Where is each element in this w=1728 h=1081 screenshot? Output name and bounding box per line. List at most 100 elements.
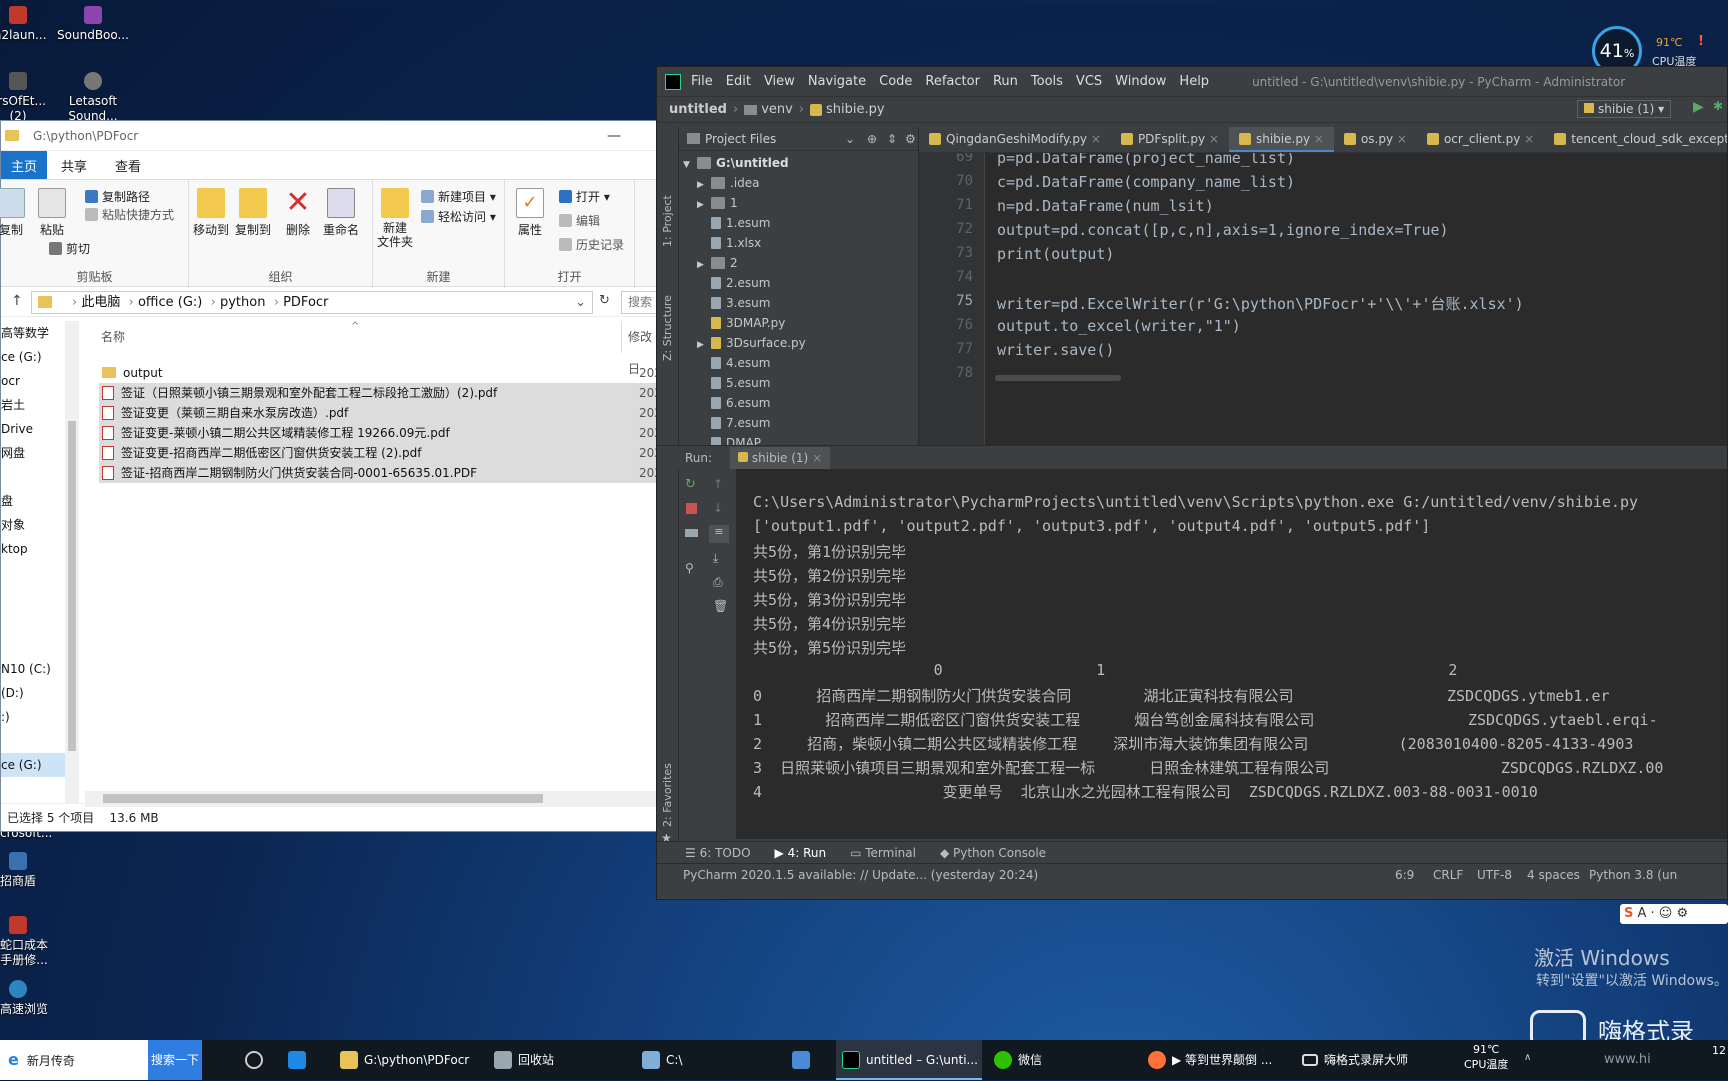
- new-folder-button[interactable]: 新建 文件夹: [375, 188, 415, 249]
- tool-tab-todo[interactable]: ☰ 6: TODO: [685, 842, 751, 863]
- print-icon[interactable]: ⎙: [713, 575, 723, 590]
- taskbar-app-bird[interactable]: [792, 1040, 824, 1080]
- search-box[interactable]: e 新月传奇: [0, 1040, 148, 1080]
- tree-node[interactable]: ▶ 3Dsurface.py: [697, 333, 806, 353]
- taskbar-recycle-bin[interactable]: 回收站: [490, 1040, 590, 1080]
- search-button[interactable]: 搜索一下: [148, 1040, 202, 1080]
- tree-node[interactable]: 3DMAP.py: [711, 313, 785, 333]
- close-icon[interactable]: ×: [1397, 132, 1407, 146]
- status-indent[interactable]: 4 spaces: [1527, 864, 1580, 886]
- breadcrumb-pdfocr[interactable]: PDFocr: [283, 295, 328, 310]
- status-encoding[interactable]: UTF-8: [1477, 864, 1512, 886]
- tool-tab-terminal[interactable]: ▭ Terminal: [850, 842, 916, 863]
- taskbar-explorer[interactable]: G:\python\PDFocr: [336, 1040, 486, 1080]
- menu-file[interactable]: File: [691, 74, 713, 89]
- file-row[interactable]: 签证变更（莱顿三期自来水泵房改造）.pdf2021/3: [99, 403, 659, 423]
- down-arrow-icon[interactable]: ↓: [713, 501, 723, 515]
- file-row[interactable]: 签证（日照莱顿小镇三期景观和室外配套工程二标段抢工激励）(2).pdf2021/…: [99, 383, 659, 403]
- close-icon[interactable]: ×: [1524, 132, 1534, 146]
- locate-icon[interactable]: ⊕: [867, 127, 877, 151]
- soft-wrap-icon[interactable]: ≡: [709, 525, 729, 543]
- tab-view[interactable]: 查看: [101, 151, 155, 179]
- menu-run[interactable]: Run: [993, 74, 1018, 89]
- editor-tab[interactable]: PDFsplit.py ×: [1111, 127, 1229, 152]
- breadcrumb-python[interactable]: python: [220, 295, 265, 310]
- editor-tab[interactable]: os.py ×: [1334, 127, 1417, 152]
- tree-node[interactable]: 6.esum: [711, 393, 770, 413]
- editor-tab[interactable]: ocr_client.py ×: [1417, 127, 1544, 152]
- copy-to-button[interactable]: 复制到: [233, 188, 273, 238]
- file-row[interactable]: output: [99, 363, 659, 383]
- desktop-icon-letasoft[interactable]: Letasoft Sound...: [53, 72, 133, 124]
- tree-node[interactable]: DMAP: [711, 433, 761, 445]
- nav-scrollbar[interactable]: [65, 321, 79, 803]
- taskbar-c-drive[interactable]: C:\: [638, 1040, 728, 1080]
- editor-hscroll[interactable]: [995, 375, 1121, 381]
- run-config-dropdown[interactable]: shibie (1) ▾: [1577, 100, 1672, 118]
- close-icon[interactable]: ×: [1209, 132, 1219, 146]
- breadcrumb-drive[interactable]: office (G:): [138, 295, 202, 310]
- open-button[interactable]: 打开 ▾: [559, 188, 610, 205]
- taskbar-wechat[interactable]: 微信: [990, 1040, 1130, 1080]
- properties-button[interactable]: ✓ 属性: [515, 188, 545, 238]
- tree-node[interactable]: 3.esum: [711, 293, 770, 313]
- tree-node[interactable]: 7.esum: [711, 413, 770, 433]
- pin-icon[interactable]: ⚲: [685, 561, 694, 575]
- desktop-icon-warsofeternity[interactable]: arsOfEt... (2): [0, 72, 58, 124]
- tree-node[interactable]: 2.esum: [711, 273, 770, 293]
- up-arrow-icon[interactable]: ↑: [11, 293, 23, 309]
- menu-navigate[interactable]: Navigate: [808, 74, 866, 89]
- menu-refactor[interactable]: Refactor: [925, 74, 980, 89]
- close-icon[interactable]: ×: [812, 451, 822, 465]
- menu-vcs[interactable]: VCS: [1076, 74, 1102, 89]
- tray-up-icon[interactable]: ∧: [1524, 1052, 1531, 1063]
- file-row[interactable]: 签证变更-莱顿小镇二期公共区域精装修工程 19266.09元.pdf2021/3: [99, 423, 659, 443]
- layout-icon[interactable]: [685, 529, 698, 537]
- tool-tab-favorites[interactable]: 2: Favorites: [661, 763, 674, 827]
- tab-share[interactable]: 共享: [47, 151, 101, 179]
- file-row[interactable]: 签证变更-招商西岸二期低密区门窗供货安装工程 (2).pdf2021/3: [99, 443, 659, 463]
- close-icon[interactable]: ×: [1091, 132, 1101, 146]
- code-editor[interactable]: 69 70 71 72 73 74 75 76 77 78 p=pd.DataF…: [919, 153, 1727, 445]
- menu-edit[interactable]: Edit: [726, 74, 751, 89]
- up-arrow-icon[interactable]: ↑: [713, 477, 723, 491]
- tree-node[interactable]: ▶ 2: [697, 253, 738, 273]
- tool-tab-python-console[interactable]: ◆ Python Console: [940, 842, 1046, 863]
- clock[interactable]: 12: [1712, 1044, 1726, 1057]
- chevron-down-icon[interactable]: ⌄: [575, 292, 586, 313]
- nav-file[interactable]: shibie.py: [826, 102, 885, 117]
- paste-shortcut-button[interactable]: 粘贴快捷方式: [85, 206, 174, 223]
- new-item-button[interactable]: 新建项目 ▾: [421, 188, 496, 205]
- run-icon[interactable]: ▶: [1693, 99, 1704, 115]
- status-interpreter[interactable]: Python 3.8 (un: [1589, 864, 1677, 886]
- move-to-button[interactable]: 移动到: [191, 188, 231, 238]
- search-input[interactable]: 搜索: [621, 291, 661, 314]
- editor-tab[interactable]: tencent_cloud_sdk_exception.py: [1544, 127, 1727, 152]
- tree-arrow[interactable]: ▶: [697, 335, 711, 355]
- tray-cpu-temp[interactable]: 91℃ CPU温度: [1464, 1042, 1508, 1072]
- search-input[interactable]: 新月传奇: [27, 1054, 75, 1068]
- delete-button[interactable]: ✕ 删除: [283, 188, 313, 238]
- status-update-message[interactable]: PyCharm 2020.1.5 available: // Update...…: [683, 864, 1038, 886]
- gear-icon[interactable]: ⚙: [905, 127, 916, 151]
- copy-button[interactable]: 复制: [0, 188, 25, 238]
- tree-node[interactable]: ▶ .idea: [697, 173, 760, 193]
- rerun-icon[interactable]: ↻: [685, 477, 696, 492]
- editor-tab[interactable]: QingdanGeshiModify.py ×: [919, 127, 1111, 152]
- taskbar-firefox[interactable]: ▶ 等到世界颠倒 ...: [1144, 1040, 1274, 1080]
- history-button[interactable]: 历史记录: [559, 236, 624, 253]
- tree-node[interactable]: 4.esum: [711, 353, 770, 373]
- status-line-sep[interactable]: CRLF: [1433, 864, 1463, 886]
- desktop-icon-zhaoshangdun[interactable]: 招商盾: [0, 852, 58, 889]
- run-console[interactable]: C:\Users\Administrator\PycharmProjects\u…: [737, 469, 1727, 839]
- desktop-icon-browser[interactable]: 狗高速浏览: [0, 980, 58, 1017]
- trash-icon[interactable]: 🗑: [713, 599, 728, 613]
- file-explorer-window[interactable]: G:\python\PDFocr — 主页 共享 查看 复制 粘贴 复制路径 粘…: [0, 120, 661, 832]
- tree-arrow[interactable]: ▶: [697, 175, 711, 195]
- tree-node[interactable]: 5.esum: [711, 373, 770, 393]
- run-tab[interactable]: shibie (1) ×: [729, 447, 831, 471]
- easy-access-button[interactable]: 轻松访问 ▾: [421, 208, 496, 225]
- debug-icon[interactable]: ✱: [1713, 99, 1723, 113]
- menu-help[interactable]: Help: [1179, 74, 1209, 89]
- desktop-icon-manual[interactable]: 港蛇口成本 理手册修...: [0, 916, 58, 968]
